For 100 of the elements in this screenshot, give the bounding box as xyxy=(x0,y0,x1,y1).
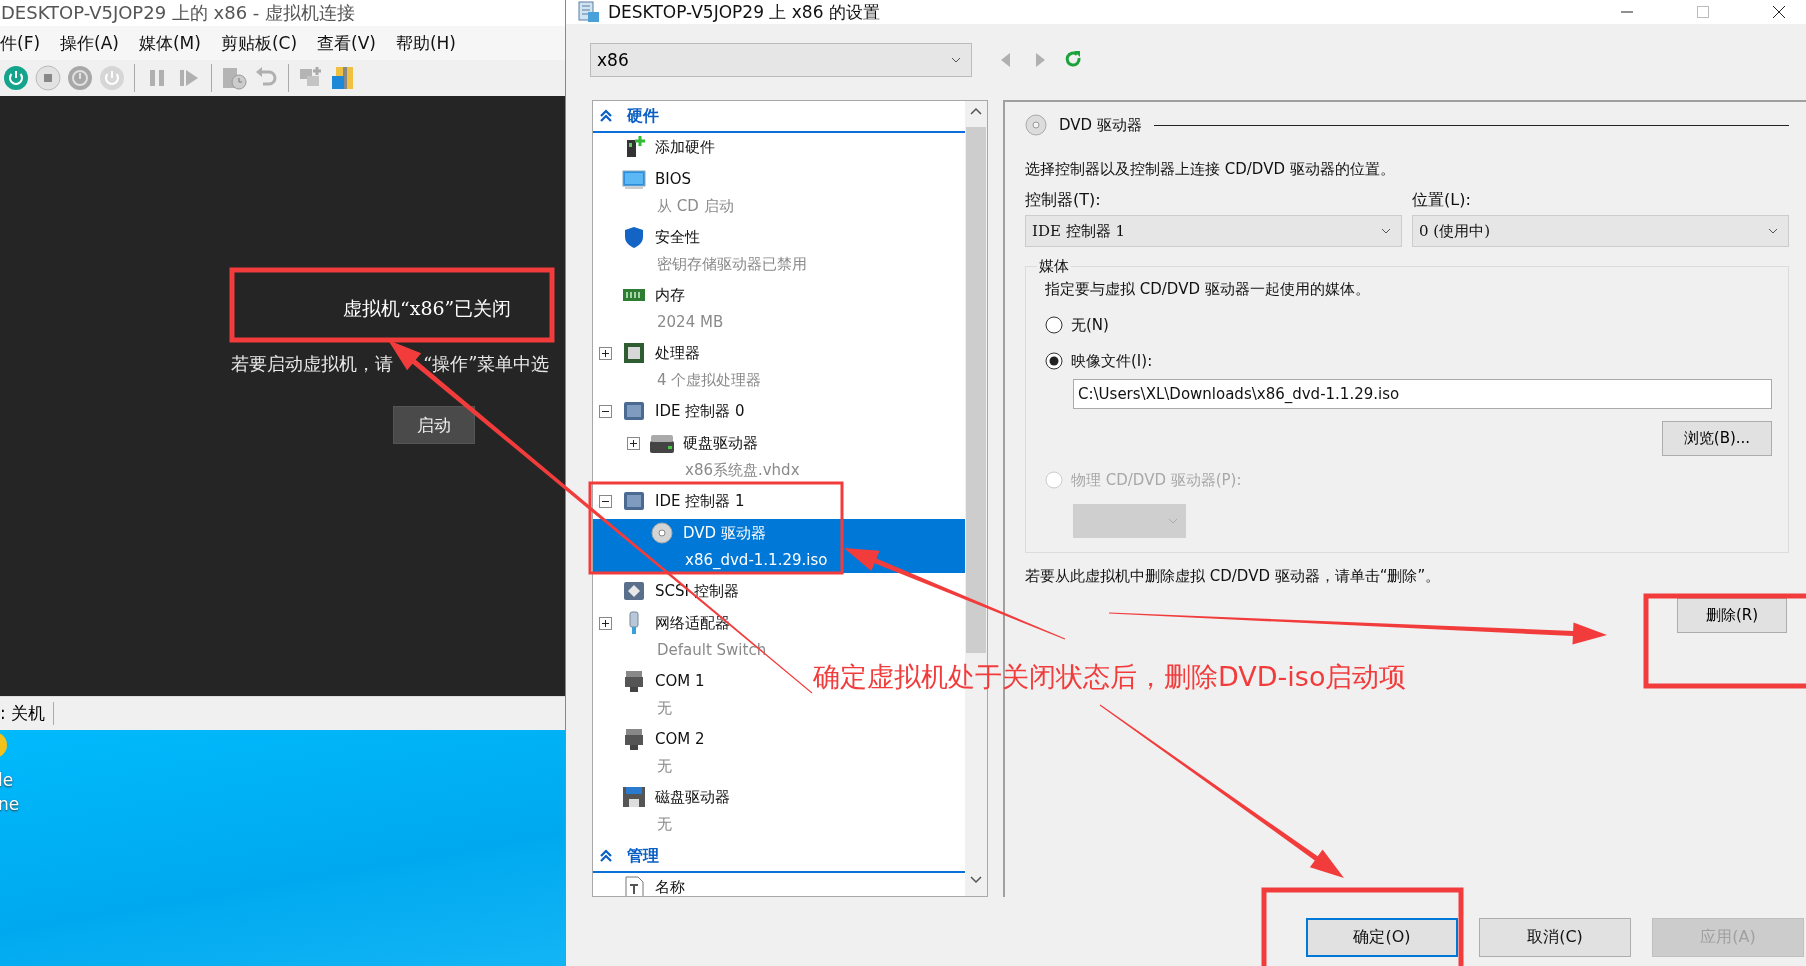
close-icon[interactable] xyxy=(1771,4,1787,20)
item-detail: 无 xyxy=(657,698,672,718)
field-label: 位置(L): xyxy=(1412,190,1472,211)
item-detail: 无 xyxy=(657,756,672,776)
item-label: 安全性 xyxy=(655,227,700,247)
settings-icon xyxy=(578,1,600,23)
item-label: 内存 xyxy=(655,285,685,305)
section-title: 管理 xyxy=(627,845,659,867)
item-detail: 无 xyxy=(657,814,672,834)
controller-icon xyxy=(621,579,647,603)
item-label: 添加硬件 xyxy=(655,137,715,157)
floppy-icon xyxy=(621,785,647,809)
scrollbar-thumb[interactable] xyxy=(966,127,986,653)
tree-item[interactable]: COM 2 无 xyxy=(593,725,711,779)
radio-button[interactable] xyxy=(1045,352,1063,370)
item-label: COM 2 xyxy=(655,730,705,748)
vm-message: 虚拟机“x86”已关闭 xyxy=(343,296,512,321)
menu-item[interactable]: 查看(V) xyxy=(317,31,376,55)
expand-icon[interactable] xyxy=(627,436,640,450)
annotation-text: 确定虚拟机处于关闭状态后，删除DVD-iso启动项 xyxy=(813,660,1407,694)
tree-item[interactable]: COM 1 无 xyxy=(593,667,711,721)
tree-item[interactable]: 硬盘驱动器 x86系统盘.vhdx xyxy=(593,429,806,483)
disc-icon xyxy=(1025,114,1047,136)
radio-label[interactable]: 无(N) xyxy=(1071,315,1109,335)
menu-item[interactable]: 操作(A) xyxy=(60,31,119,55)
browse-button[interactable]: 浏览(B)... xyxy=(1662,421,1772,456)
group-label: 媒体 xyxy=(1038,257,1070,276)
collapse-icon[interactable] xyxy=(599,404,612,418)
location-dropdown[interactable]: 0 (使用中) xyxy=(1412,215,1789,247)
menu-item[interactable]: 件(F) xyxy=(0,31,41,55)
item-label: SCSI 控制器 xyxy=(655,581,739,601)
section-title: DVD 驱动器 xyxy=(1059,115,1142,135)
tree-item[interactable]: 内存 2024 MB xyxy=(593,281,730,335)
chip-icon xyxy=(621,341,647,365)
monitor-icon xyxy=(621,167,647,191)
item-detail: x86系统盘.vhdx xyxy=(685,460,800,480)
item-detail: 2024 MB xyxy=(657,313,724,331)
tree-item[interactable]: 磁盘驱动器 无 xyxy=(593,783,736,837)
expand-icon[interactable] xyxy=(599,346,612,360)
dialog-button[interactable]: 取消(C) xyxy=(1479,918,1631,957)
item-label: COM 1 xyxy=(655,672,705,690)
collapse-icon[interactable] xyxy=(599,109,613,123)
disc-icon xyxy=(649,521,675,545)
chevron-down-icon xyxy=(1768,228,1778,234)
item-detail: 4 个虚拟处理器 xyxy=(657,370,762,390)
remove-hint: 若要从此虚拟机中删除虚拟 CD/DVD 驱动器，请单击“删除”。 xyxy=(1025,567,1442,586)
remove-button[interactable]: 删除(R) xyxy=(1677,598,1787,633)
item-detail: Default Switch xyxy=(657,641,767,659)
menu-item[interactable]: 剪贴板(C) xyxy=(220,31,298,55)
chevron-down-icon xyxy=(1381,228,1391,234)
item-label: IDE 控制器 1 xyxy=(655,491,745,511)
section-header[interactable]: 硬件 xyxy=(593,101,965,133)
tree-item[interactable]: 添加硬件 xyxy=(593,133,721,161)
expand-icon[interactable] xyxy=(599,616,612,630)
item-label: BIOS xyxy=(655,170,692,188)
item-label: 名称 xyxy=(655,877,685,896)
tree-item[interactable]: 处理器 4 个虚拟处理器 xyxy=(593,339,768,393)
window-title: DESKTOP-V5JOP29 上的 x86 - 虚拟机连接 xyxy=(1,1,356,25)
chevron-down-icon xyxy=(1168,518,1178,524)
menu-item[interactable]: 帮助(H) xyxy=(395,31,456,55)
tree-item[interactable]: IDE 控制器 0 xyxy=(593,397,751,425)
status-text: : 关机 xyxy=(0,702,55,725)
item-detail: 从 CD 启动 xyxy=(657,196,734,216)
scroll-up-icon[interactable] xyxy=(970,107,982,115)
section-header[interactable]: 管理 xyxy=(593,841,965,873)
path-field[interactable]: C:\Users\XL\Downloads\x86_dvd-1.1.29.iso xyxy=(1073,379,1772,409)
item-detail: x86_dvd-1.1.29.iso xyxy=(685,551,828,569)
chevron-down-icon xyxy=(951,57,961,63)
tree-item[interactable]: DVD 驱动器 x86_dvd-1.1.29.iso xyxy=(593,519,965,573)
radio-button[interactable] xyxy=(1045,316,1063,334)
window-title: DESKTOP-V5JOP29 上 x86 的设置 xyxy=(608,0,880,24)
scroll-down-icon[interactable] xyxy=(970,876,982,884)
item-label: DVD 驱动器 xyxy=(683,523,766,543)
item-label: 磁盘驱动器 xyxy=(655,787,730,807)
tree-item[interactable]: 名称 xyxy=(593,873,691,896)
tree-item[interactable]: IDE 控制器 1 xyxy=(593,487,751,515)
tree-item[interactable]: BIOS 从 CD 启动 xyxy=(593,165,740,219)
dialog-button[interactable]: 确定(O) xyxy=(1306,918,1458,957)
vm-hint: “操作”菜单中选 xyxy=(423,352,550,376)
menu-item[interactable]: 媒体(M) xyxy=(138,31,201,55)
item-label: 处理器 xyxy=(655,343,700,363)
start-button[interactable]: 启动 xyxy=(393,406,475,444)
power-icon[interactable] xyxy=(2,64,30,92)
controller-icon xyxy=(621,489,647,513)
vm-dropdown[interactable]: x86 xyxy=(590,43,972,77)
tree-item[interactable]: 安全性 密钥存储驱动器已禁用 xyxy=(593,223,813,277)
description-text: 指定要与虚拟 CD/DVD 驱动器一起使用的媒体。 xyxy=(1045,280,1370,299)
item-detail: 密钥存储驱动器已禁用 xyxy=(657,254,807,274)
field-label: 控制器(T): xyxy=(1025,190,1102,211)
controller-icon xyxy=(621,399,647,423)
item-label: IDE 控制器 0 xyxy=(655,401,745,421)
radio-label[interactable]: 映像文件(I): xyxy=(1071,351,1153,371)
controller-dropdown[interactable]: IDE 控制器 1 xyxy=(1025,215,1402,247)
collapse-icon[interactable] xyxy=(599,849,613,863)
tree-item[interactable]: SCSI 控制器 xyxy=(593,577,745,605)
description-text: 选择控制器以及控制器上连接 CD/DVD 驱动器的位置。 xyxy=(1025,160,1396,179)
vm-hint: 若要启动虚拟机，请 xyxy=(231,352,393,376)
item-label: 硬盘驱动器 xyxy=(683,433,758,453)
collapse-icon[interactable] xyxy=(599,494,612,508)
maximize-icon[interactable] xyxy=(1695,4,1711,20)
